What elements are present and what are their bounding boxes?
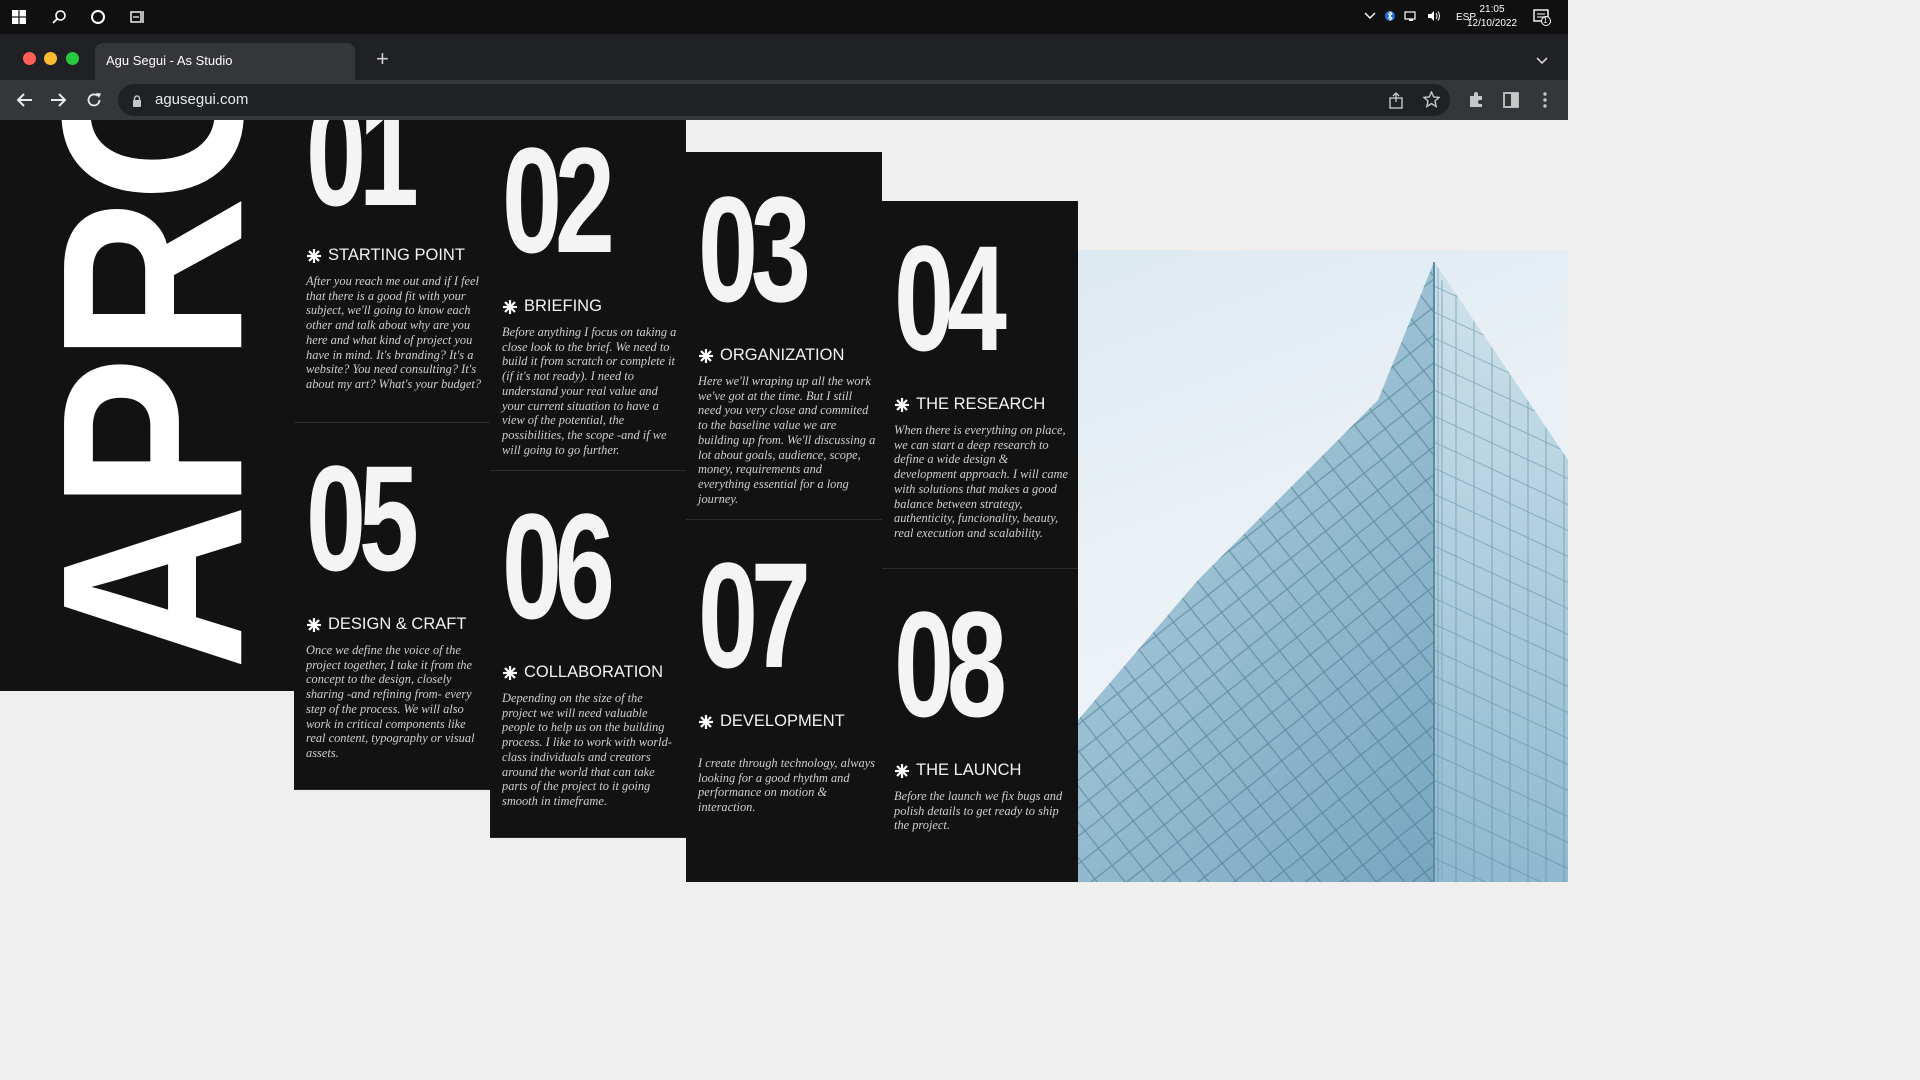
building-photo: [1078, 250, 1568, 882]
step-description: Depending on the size of the project we …: [502, 691, 672, 808]
network-icon[interactable]: [1404, 10, 1418, 25]
process-step-04: 04 THE RESEARCH When there is everything…: [882, 201, 1078, 569]
step-number: 07: [698, 531, 811, 699]
step-number: 08: [894, 580, 1007, 748]
step-title: ORGANIZATION: [698, 346, 844, 365]
process-step-08: 08 THE LAUNCH Before the launch we fix b…: [882, 569, 1078, 882]
process-step-02: 02 BRIEFING Before anything I focus on t…: [490, 120, 686, 471]
taskbar-clock[interactable]: 21:05 12/10/2022: [1462, 3, 1522, 31]
step-number: 03: [698, 165, 811, 333]
step-title-text: COLLABORATION: [524, 663, 664, 681]
windows-start-icon[interactable]: [10, 8, 28, 26]
step-title-text: BRIEFING: [524, 297, 602, 315]
windows-taskbar: ESP 21:05 12/10/2022 1: [0, 0, 1568, 34]
notification-center-icon[interactable]: 1: [1533, 8, 1553, 28]
close-window-button[interactable]: [23, 52, 36, 65]
process-step-07: 07 DEVELOPMENT I create through technolo…: [686, 520, 882, 882]
step-title: THE LAUNCH: [894, 761, 1021, 780]
system-tray: ESP: [1364, 0, 1476, 34]
back-arrow-icon[interactable]: [12, 88, 36, 112]
side-panel-icon[interactable]: [1499, 88, 1523, 112]
step-number: 02: [502, 120, 615, 284]
step-description: Before anything I focus on taking a clos…: [502, 325, 677, 457]
extensions-puzzle-icon[interactable]: [1464, 88, 1488, 112]
share-icon[interactable]: [1388, 92, 1404, 114]
step-title-text: DEVELOPMENT: [720, 712, 845, 730]
asterisk-icon: [503, 665, 517, 680]
asterisk-icon: [307, 617, 321, 632]
bluetooth-icon[interactable]: [1385, 9, 1395, 26]
process-heading-panel: APROCES: [0, 120, 294, 691]
notification-count: 1: [1543, 16, 1548, 25]
asterisk-icon: [895, 397, 909, 412]
step-title-text: THE LAUNCH: [916, 761, 1022, 779]
asterisk-icon: [503, 299, 517, 314]
web-page: APROCES 01 STARTING POINT After you reac…: [0, 120, 1568, 882]
step-title-text: DESIGN & CRAFT: [328, 615, 467, 633]
process-step-06: 06 COLLABORATION Depending on the size o…: [490, 471, 686, 838]
step-title: BRIEFING: [502, 297, 602, 316]
forward-arrow-icon[interactable]: [47, 88, 71, 112]
clock-date: 12/10/2022: [1466, 18, 1518, 29]
tab-search-chevron-icon[interactable]: [1536, 52, 1548, 70]
step-title: THE RESEARCH: [894, 395, 1045, 414]
asterisk-icon: [895, 763, 909, 778]
asterisk-icon: [699, 714, 713, 729]
chevron-up-icon[interactable]: [1364, 12, 1376, 23]
bookmark-star-icon[interactable]: [1422, 90, 1441, 113]
step-title-text: ORGANIZATION: [720, 346, 845, 364]
step-title-text: STARTING POINT: [328, 246, 465, 264]
step-title: DESIGN & CRAFT: [306, 615, 466, 634]
tab-title: Agu Segui - As Studio: [106, 53, 233, 68]
volume-icon[interactable]: [1427, 10, 1441, 25]
search-icon[interactable]: [50, 8, 68, 26]
process-step-03: 03 ORGANIZATION Here we'll wraping up al…: [686, 152, 882, 520]
asterisk-icon: [307, 248, 321, 263]
vertical-heading: APROCES: [8, 120, 294, 670]
address-bar[interactable]: agusegui.com: [118, 84, 1450, 116]
step-description: I create through technology, always look…: [698, 756, 875, 815]
step-description: Once we define the voice of the project …: [306, 643, 475, 760]
step-number: 06: [502, 482, 615, 650]
step-description: Before the launch we fix bugs and polish…: [894, 789, 1063, 833]
menu-kebab-icon[interactable]: [1533, 88, 1557, 112]
task-view-icon[interactable]: [128, 8, 146, 26]
new-tab-button[interactable]: +: [376, 48, 389, 70]
asterisk-icon: [699, 348, 713, 363]
lock-icon[interactable]: [132, 94, 142, 112]
reload-icon[interactable]: [82, 88, 106, 112]
step-number: 05: [306, 434, 419, 602]
step-description: Here we'll wraping up all the work we've…: [698, 374, 876, 506]
process-step-01: 01 STARTING POINT After you reach me out…: [294, 120, 490, 423]
step-description: After you reach me out and if I feel tha…: [306, 274, 482, 391]
cortana-icon[interactable]: [89, 8, 107, 26]
step-title: COLLABORATION: [502, 663, 663, 682]
maximize-window-button[interactable]: [66, 52, 79, 65]
url-text: agusegui.com: [155, 91, 249, 108]
step-title: DEVELOPMENT: [698, 712, 845, 731]
step-number: 01: [306, 120, 419, 237]
step-title-text: THE RESEARCH: [916, 395, 1046, 413]
browser-tab-active[interactable]: Agu Segui - As Studio: [95, 43, 355, 80]
process-step-05: 05 DESIGN & CRAFT Once we define the voi…: [294, 423, 490, 790]
step-number: 04: [894, 214, 1007, 382]
clock-time: 21:05: [1479, 4, 1505, 15]
step-title: STARTING POINT: [306, 246, 465, 265]
browser-toolbar: agusegui.com: [0, 80, 1568, 120]
step-description: When there is everything on place, we ca…: [894, 423, 1068, 540]
minimize-window-button[interactable]: [44, 52, 57, 65]
